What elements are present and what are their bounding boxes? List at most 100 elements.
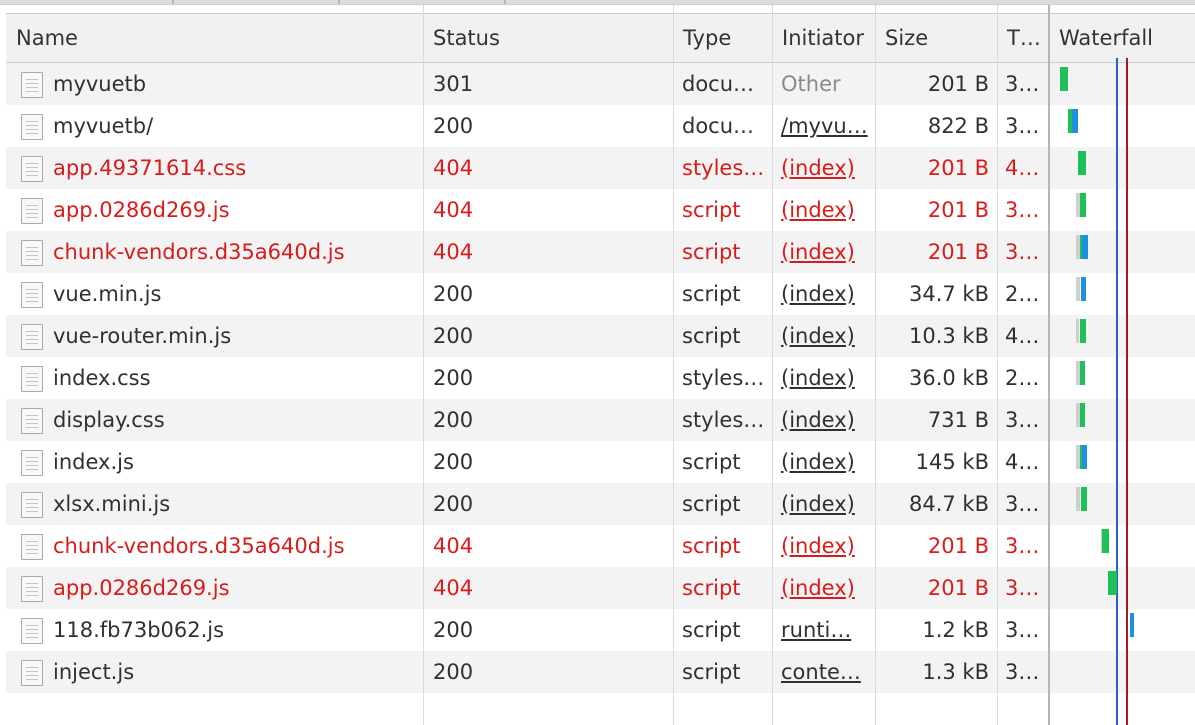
table-row[interactable]: display.css 200 styles… (index) 731 B 3… bbox=[6, 399, 1195, 441]
column-header-waterfall[interactable]: Waterfall bbox=[1049, 14, 1195, 62]
request-name: 118.fb73b062.js bbox=[53, 618, 225, 642]
initiator-link[interactable]: (index) bbox=[781, 576, 855, 600]
table-row[interactable]: index.js 200 script (index) 145 kB 4… bbox=[6, 441, 1195, 483]
table-row[interactable]: chunk-vendors.d35a640d.js 404 script (index… bbox=[6, 231, 1195, 273]
column-header-size[interactable]: Size bbox=[875, 14, 997, 62]
waterfall-bar[interactable] bbox=[1082, 445, 1087, 469]
request-status: 200 bbox=[433, 282, 474, 306]
request-name: chunk-vendors.d35a640d.js bbox=[53, 240, 345, 264]
waterfall-bar[interactable] bbox=[1130, 613, 1134, 637]
request-size: 1.2 kB bbox=[922, 618, 989, 642]
table-row[interactable]: myvuetb/200 docu… /myvu… 822 B 3… bbox=[6, 105, 1195, 147]
column-divider[interactable] bbox=[875, 5, 876, 725]
initiator-link[interactable]: runti… bbox=[781, 618, 851, 642]
request-name: index.js bbox=[53, 450, 134, 474]
waterfall-bar[interactable] bbox=[1080, 319, 1086, 343]
request-name: chunk-vendors.d35a640d.js bbox=[53, 534, 345, 558]
request-initiator[interactable]: (index) bbox=[772, 441, 875, 483]
column-header-initiator[interactable]: Initiator bbox=[772, 14, 875, 62]
request-initiator[interactable]: (index) bbox=[772, 231, 875, 273]
request-initiator[interactable]: (index) bbox=[772, 399, 875, 441]
table-row[interactable]: xlsx.mini.js 200 script (index) 84.7 kB 3… bbox=[6, 483, 1195, 525]
request-initiator[interactable]: (index) bbox=[772, 273, 875, 315]
request-initiator[interactable]: (index) bbox=[772, 525, 875, 567]
initiator-link[interactable]: (index) bbox=[781, 492, 855, 516]
request-initiator[interactable]: runti… bbox=[772, 609, 875, 651]
initiator-link[interactable]: (index) bbox=[781, 534, 855, 558]
initiator-link[interactable]: (index) bbox=[781, 156, 855, 180]
column-divider[interactable] bbox=[772, 5, 773, 725]
initiator-link[interactable]: /myvu… bbox=[781, 114, 868, 138]
table-row[interactable]: app.0286d269.js 404 script (index) 201 B 3… bbox=[6, 567, 1195, 609]
waterfall-bar[interactable] bbox=[1080, 361, 1085, 385]
request-initiator[interactable]: (index) bbox=[772, 189, 875, 231]
toolbar-divider bbox=[504, 0, 506, 4]
column-header-status[interactable]: Status bbox=[423, 14, 673, 62]
request-name: index.css bbox=[53, 366, 151, 390]
column-divider[interactable] bbox=[673, 5, 674, 725]
request-initiator[interactable]: (index) bbox=[772, 483, 875, 525]
request-status: 404 bbox=[433, 240, 474, 264]
initiator-link[interactable]: (index) bbox=[781, 198, 855, 222]
request-name: display.css bbox=[53, 408, 165, 432]
waterfall-bar[interactable] bbox=[1080, 193, 1086, 217]
table-row[interactable]: vue.min.js 200 script (index) 34.7 kB 2… bbox=[6, 273, 1195, 315]
request-time: 4… bbox=[1005, 156, 1040, 180]
waterfall-bar[interactable] bbox=[1080, 403, 1085, 427]
table-row[interactable]: index.css 200 styles… (index) 36.0 kB 2… bbox=[6, 357, 1195, 399]
waterfall-bar[interactable] bbox=[1081, 277, 1086, 301]
table-row[interactable]: vue-router.min.js 200 script (index) 10.3 kB… bbox=[6, 315, 1195, 357]
request-status: 404 bbox=[433, 534, 474, 558]
initiator-link[interactable]: (index) bbox=[781, 366, 855, 390]
waterfall-bar[interactable] bbox=[1102, 529, 1109, 553]
waterfall-bar[interactable] bbox=[1072, 109, 1078, 133]
request-type: styles… bbox=[682, 156, 765, 180]
table-row[interactable]: app.49371614.css 404 styles… (index) 201 B 4… bbox=[6, 147, 1195, 189]
table-row[interactable]: inject.js 200 script conte… 1.3 kB 3… bbox=[6, 651, 1195, 693]
toolbar-divider bbox=[338, 0, 340, 4]
request-status: 200 bbox=[433, 114, 474, 138]
column-header-type[interactable]: Type bbox=[673, 14, 772, 62]
initiator-link[interactable]: (index) bbox=[781, 408, 855, 432]
waterfall-bar[interactable] bbox=[1076, 277, 1080, 301]
waterfall-bar[interactable] bbox=[1078, 151, 1086, 175]
request-status: 200 bbox=[433, 408, 474, 432]
table-row[interactable]: chunk-vendors.d35a640d.js 404 script (index… bbox=[6, 525, 1195, 567]
request-status: 200 bbox=[433, 324, 474, 348]
column-divider[interactable] bbox=[423, 5, 424, 725]
request-size: 731 B bbox=[927, 408, 989, 432]
initiator-link[interactable]: (index) bbox=[781, 450, 855, 474]
table-row[interactable]: 118.fb73b062.js 200 script runti… 1.2 kB 3… bbox=[6, 609, 1195, 651]
request-time: 3… bbox=[1005, 534, 1040, 558]
request-size: 1.3 kB bbox=[922, 660, 989, 684]
waterfall-bar[interactable] bbox=[1108, 571, 1117, 595]
request-name: myvuetb/ bbox=[53, 114, 154, 138]
request-initiator[interactable]: (index) bbox=[772, 357, 875, 399]
waterfall-bar[interactable] bbox=[1081, 487, 1087, 511]
request-time: 2… bbox=[1005, 366, 1040, 390]
column-header-time[interactable]: T… bbox=[997, 14, 1049, 62]
waterfall-bar[interactable] bbox=[1076, 487, 1080, 511]
request-type: docu… bbox=[682, 114, 755, 138]
initiator-link[interactable]: (index) bbox=[781, 324, 855, 348]
initiator-link[interactable]: (index) bbox=[781, 240, 855, 264]
initiator-link[interactable]: conte… bbox=[781, 660, 861, 684]
waterfall-bar[interactable] bbox=[1060, 67, 1068, 91]
request-initiator[interactable]: /myvu… bbox=[772, 105, 875, 147]
request-initiator[interactable]: (index) bbox=[772, 567, 875, 609]
column-divider[interactable] bbox=[997, 5, 998, 725]
dom-content-loaded-line bbox=[1116, 58, 1118, 725]
request-initiator[interactable]: (index) bbox=[772, 147, 875, 189]
table-row[interactable]: myvuetb 301 docu… Other 201 B 3… bbox=[6, 63, 1195, 105]
toolbar-divider bbox=[172, 0, 174, 4]
waterfall-bar[interactable] bbox=[1082, 235, 1088, 259]
column-header-name[interactable]: Name bbox=[6, 14, 423, 62]
request-initiator[interactable]: (index) bbox=[772, 315, 875, 357]
waterfall-bar[interactable] bbox=[1076, 319, 1079, 343]
request-initiator[interactable]: conte… bbox=[772, 651, 875, 693]
initiator-link[interactable]: (index) bbox=[781, 282, 855, 306]
request-status: 404 bbox=[433, 156, 474, 180]
table-row[interactable]: app.0286d269.js 404 script (index) 201 B 3… bbox=[6, 189, 1195, 231]
request-time: 3… bbox=[1005, 576, 1040, 600]
request-size: 201 B bbox=[927, 72, 989, 96]
